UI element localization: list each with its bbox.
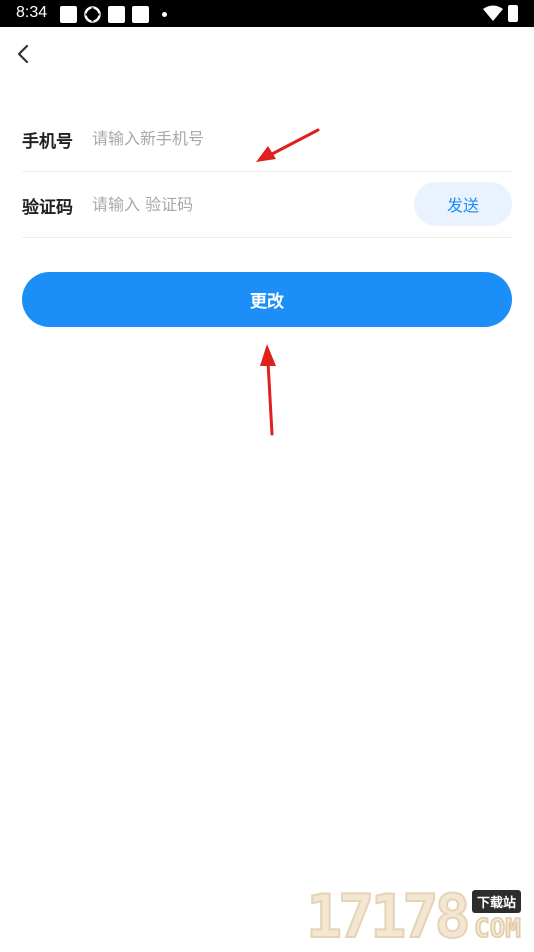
phone-row: 手机号	[22, 105, 512, 172]
send-code-button[interactable]: 发送	[414, 182, 512, 226]
change-button[interactable]: 更改	[22, 272, 512, 327]
phone-label: 手机号	[22, 132, 73, 152]
watermark-domain: COM	[473, 913, 521, 945]
notification-icon	[108, 6, 125, 23]
watermark-badge: 下载站	[472, 890, 522, 913]
code-label: 验证码	[22, 198, 73, 218]
wifi-icon	[483, 5, 503, 21]
sync-icon	[84, 6, 101, 23]
notification-icon	[60, 6, 77, 23]
notification-icon	[132, 6, 149, 23]
watermark-digits: 17178	[305, 881, 472, 952]
annotation-arrow-to-change-button	[260, 344, 276, 436]
code-row: 验证码 发送	[22, 171, 512, 238]
status-time: 8:34	[16, 4, 48, 21]
phone-input[interactable]	[90, 123, 354, 153]
more-notifications-dot-icon	[162, 12, 167, 17]
back-arrow-icon[interactable]	[12, 42, 36, 66]
watermark-logo: 17178 下载站 COM	[305, 880, 534, 952]
battery-icon	[508, 5, 518, 22]
status-bar: 8:34	[0, 0, 534, 27]
code-input[interactable]	[90, 189, 354, 219]
